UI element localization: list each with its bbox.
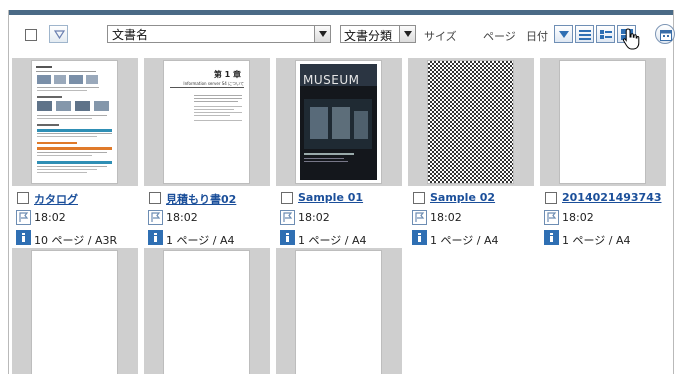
- document-name-dropdown[interactable]: [314, 26, 330, 42]
- select-all-checkbox[interactable]: [25, 29, 37, 41]
- document-title-link[interactable]: カタログ: [34, 191, 78, 207]
- list-view-icon: [579, 30, 591, 40]
- document-title-link[interactable]: 見積もり書02: [166, 191, 236, 207]
- document-title-link[interactable]: Sample 01: [298, 191, 363, 204]
- date-column-label[interactable]: 日付: [526, 28, 548, 44]
- list-view-button[interactable]: [575, 25, 594, 43]
- document-checkbox[interactable]: [413, 192, 425, 204]
- document-checkbox[interactable]: [17, 192, 29, 204]
- compact-view-button[interactable]: [596, 25, 615, 43]
- chevron-down-icon: [404, 31, 412, 37]
- info-icon[interactable]: [412, 230, 427, 245]
- document-time: 18:02: [166, 211, 198, 224]
- category-label: 文書分類: [344, 29, 393, 43]
- blank-page-thumbnail[interactable]: [296, 251, 381, 374]
- document-title-link[interactable]: 2014021493743: [562, 191, 662, 204]
- museum-poster-thumbnail[interactable]: MUSEUM: [296, 61, 381, 183]
- document-time: 18:02: [298, 211, 330, 224]
- catalog-page-thumbnail[interactable]: [32, 61, 117, 183]
- toolbar: 文書名 文書分類 サイズ ページ 日付: [9, 20, 675, 50]
- document-time: 18:02: [562, 211, 594, 224]
- flag-icon[interactable]: [280, 210, 295, 225]
- info-icon[interactable]: [148, 230, 163, 245]
- thumbnail-grid: カタログ 18:02 10 ページ / A3R 第 1 章 Informatio…: [12, 58, 672, 374]
- calendar-button[interactable]: [655, 24, 675, 44]
- size-column-label[interactable]: サイズ: [424, 28, 457, 44]
- document-page-info: 1 ページ / A4: [430, 234, 499, 247]
- flag-icon[interactable]: [16, 210, 31, 225]
- checker-pattern-thumbnail[interactable]: [428, 61, 513, 183]
- sort-button[interactable]: [49, 25, 68, 43]
- document-checkbox[interactable]: [545, 192, 557, 204]
- page-column-label[interactable]: ページ: [483, 28, 516, 44]
- sort-order-button[interactable]: [554, 25, 573, 43]
- document-page-info: 10 ページ / A3R: [34, 234, 118, 247]
- calendar-icon: [660, 30, 672, 41]
- info-icon[interactable]: [16, 230, 31, 245]
- blank-page-thumbnail[interactable]: [32, 251, 117, 374]
- document-time: 18:02: [34, 211, 66, 224]
- document-title-link[interactable]: Sample 02: [430, 191, 495, 204]
- sort-down-icon: [54, 30, 65, 39]
- document-time: 18:02: [430, 211, 462, 224]
- category-select[interactable]: 文書分類: [340, 25, 416, 43]
- estimate-page-thumbnail[interactable]: 第 1 章 Information server S4 について: [164, 61, 249, 183]
- flag-icon[interactable]: [412, 210, 427, 225]
- blank-page-thumbnail[interactable]: [164, 251, 249, 374]
- catalog-page-graphic: [36, 66, 112, 173]
- blank-page-thumbnail[interactable]: [560, 61, 645, 183]
- estimate-lines-graphic: [170, 87, 244, 121]
- hand-cursor-icon: [622, 28, 640, 50]
- compact-list-icon: [600, 30, 612, 39]
- document-name-label: 文書名: [112, 28, 149, 42]
- flag-icon[interactable]: [544, 210, 559, 225]
- document-page-info: 1 ページ / A4: [562, 234, 631, 247]
- document-page-info: 1 ページ / A4: [166, 234, 235, 247]
- document-checkbox[interactable]: [281, 192, 293, 204]
- info-icon[interactable]: [280, 230, 295, 245]
- museum-title: MUSEUM: [303, 73, 360, 87]
- document-checkbox[interactable]: [149, 192, 161, 204]
- flag-icon[interactable]: [148, 210, 163, 225]
- document-page-info: 1 ページ / A4: [298, 234, 367, 247]
- sort-down-icon: [559, 31, 569, 38]
- info-icon[interactable]: [544, 230, 559, 245]
- chevron-down-icon: [319, 31, 327, 37]
- category-dropdown[interactable]: [399, 26, 415, 42]
